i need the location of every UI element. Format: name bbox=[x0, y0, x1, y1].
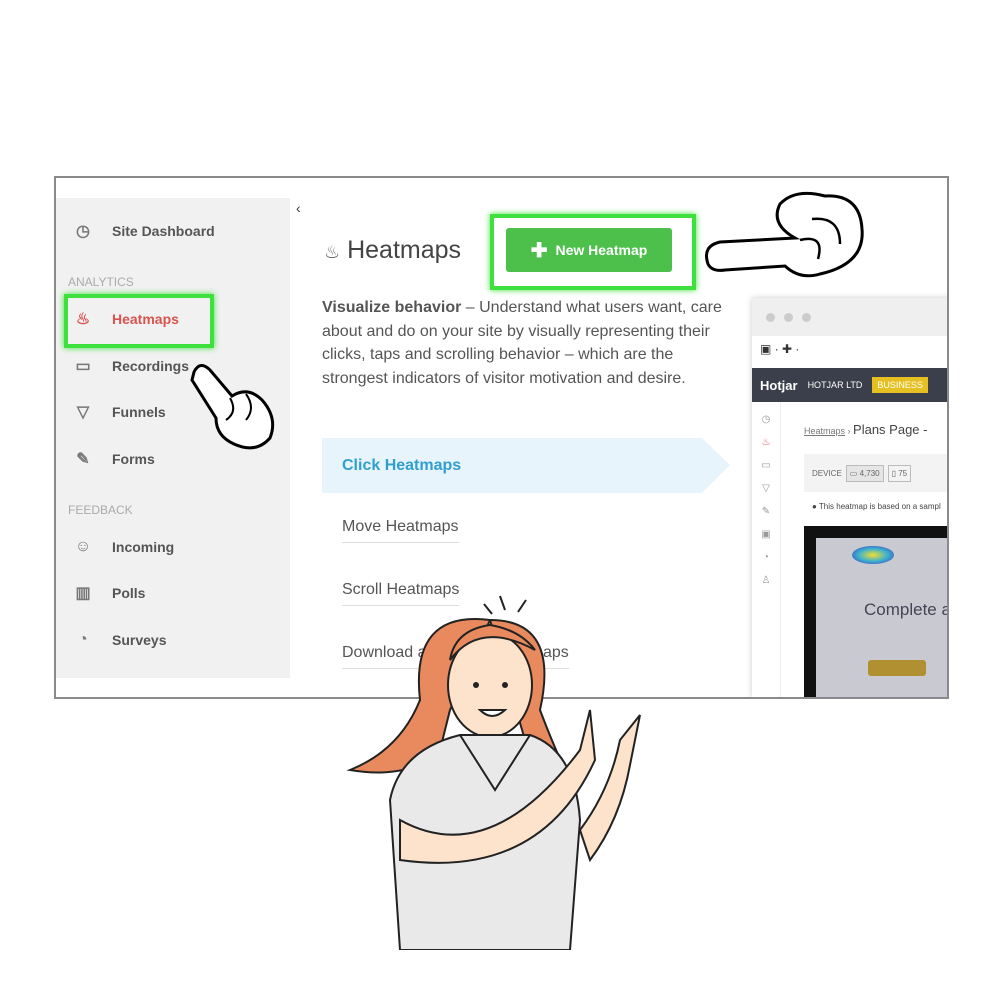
dashboard-icon: ◷ bbox=[76, 223, 90, 240]
preview-sidebar: ◷ ♨ ▭ ▽ ✎ ▣ ◔ ♙ bbox=[752, 402, 781, 697]
woman-pointing-illustration bbox=[346, 595, 641, 950]
section-analytics: ANALYTICS bbox=[68, 275, 134, 289]
section-feedback: FEEDBACK bbox=[68, 503, 133, 517]
heatmap-preview: Complete a bbox=[804, 526, 947, 697]
sidebar-item-recordings[interactable]: ▭ Recordings bbox=[72, 355, 189, 377]
sidebar-item-surveys[interactable]: ◔ Surveys bbox=[72, 629, 166, 651]
sidebar-item-polls[interactable]: ▥ Polls bbox=[72, 582, 145, 604]
preview-header: Hotjar HOTJAR LTD BUSINESS bbox=[752, 368, 947, 402]
funnel-icon: ▽ bbox=[76, 404, 90, 421]
window-dots bbox=[752, 298, 947, 336]
hotjar-preview: ▣ · ✚ · Hotjar HOTJAR LTD BUSINESS ◷ ♨ ▭ ▽ ✎ ▣ ◔… bbox=[752, 298, 947, 697]
tab-click-heatmaps[interactable]: Click Heatmaps bbox=[322, 438, 730, 493]
flame-icon: ♨ bbox=[324, 242, 341, 262]
survey-icon: ◔ bbox=[78, 631, 88, 648]
pointing-hand-icon bbox=[190, 364, 275, 450]
preview-toolbar: ▣ · ✚ · bbox=[760, 342, 800, 356]
tab-move-heatmaps[interactable]: Move Heatmaps bbox=[342, 518, 459, 543]
sidebar-item-forms[interactable]: ✎ Forms bbox=[72, 448, 155, 470]
video-icon: ▭ bbox=[75, 358, 91, 375]
form-icon: ✎ bbox=[76, 451, 90, 468]
sidebar-item-funnels[interactable]: ▽ Funnels bbox=[72, 401, 166, 423]
description: Visualize behavior – Understand what use… bbox=[322, 299, 722, 387]
plus-icon: ✚ bbox=[530, 239, 548, 262]
pointing-hand-icon bbox=[705, 191, 864, 278]
inbox-icon: ☺ bbox=[74, 538, 92, 555]
highlight-box-heatmaps bbox=[64, 294, 214, 348]
sidebar-item-site-dashboard[interactable]: ◷ Site Dashboard bbox=[72, 220, 215, 242]
sidebar-item-incoming[interactable]: ☺ Incoming bbox=[72, 536, 174, 558]
page-title: ♨ Heatmaps bbox=[324, 236, 462, 264]
collapse-sidebar-icon[interactable]: ‹ bbox=[296, 200, 301, 216]
new-heatmap-button[interactable]: ✚ New Heatmap bbox=[506, 228, 672, 272]
poll-icon: ▥ bbox=[75, 585, 91, 602]
